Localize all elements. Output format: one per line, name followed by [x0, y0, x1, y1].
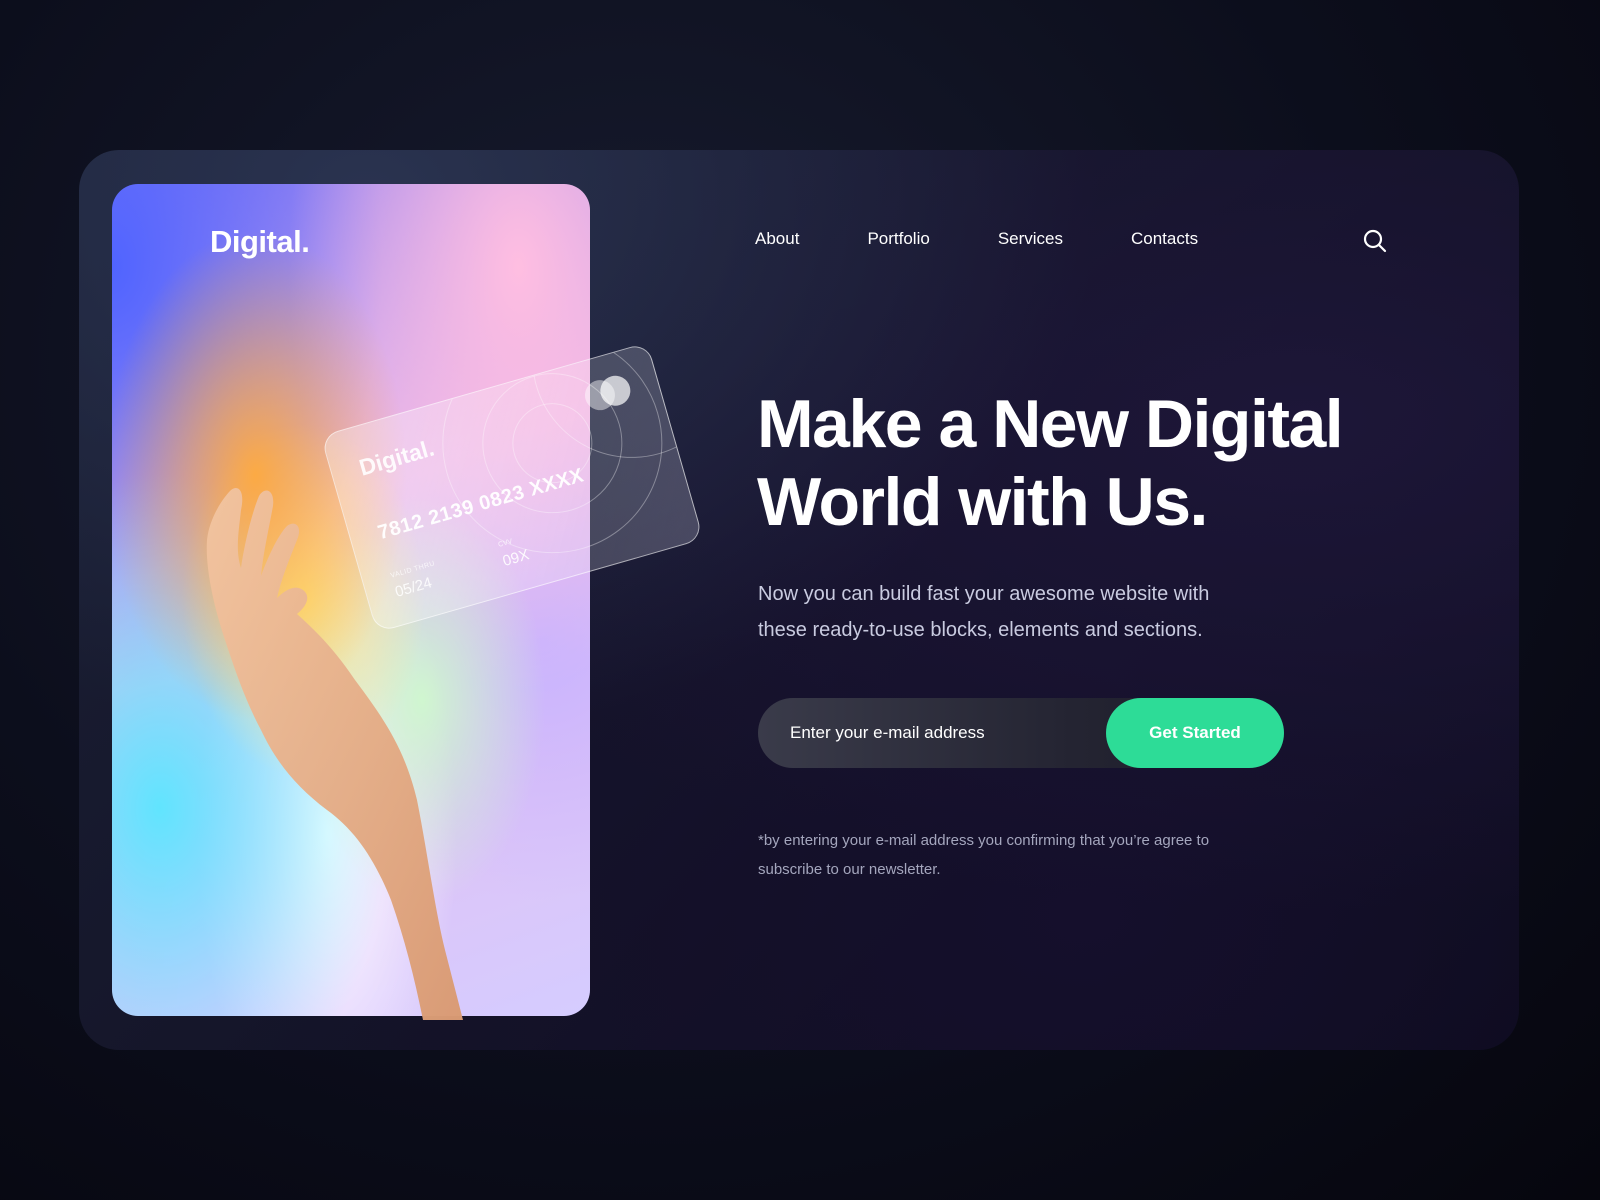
- get-started-button[interactable]: Get Started: [1106, 698, 1284, 768]
- card-cvv: 09X: [500, 546, 532, 570]
- nav-portfolio[interactable]: Portfolio: [867, 229, 929, 249]
- nav-contacts[interactable]: Contacts: [1131, 229, 1198, 249]
- main-nav: About Portfolio Services Contacts: [755, 229, 1266, 249]
- headline-line-2: World with Us.: [757, 464, 1208, 540]
- hero-headline: Make a New Digital World with Us.: [757, 385, 1377, 541]
- card-valid-date: 05/24: [393, 574, 434, 601]
- newsletter-disclaimer: *by entering your e-mail address you con…: [758, 832, 1210, 878]
- nav-services[interactable]: Services: [998, 229, 1063, 249]
- hero-subtext: Now you can build fast your awesome webs…: [758, 583, 1210, 641]
- headline-line-1: Make a New Digital: [757, 386, 1344, 462]
- email-input[interactable]: [758, 698, 1108, 768]
- nav-about[interactable]: About: [755, 229, 799, 249]
- search-icon: [1363, 229, 1387, 253]
- card-logo: Digital.: [356, 434, 438, 481]
- search-button[interactable]: [1362, 228, 1388, 254]
- brand-logo[interactable]: Digital.: [210, 224, 310, 260]
